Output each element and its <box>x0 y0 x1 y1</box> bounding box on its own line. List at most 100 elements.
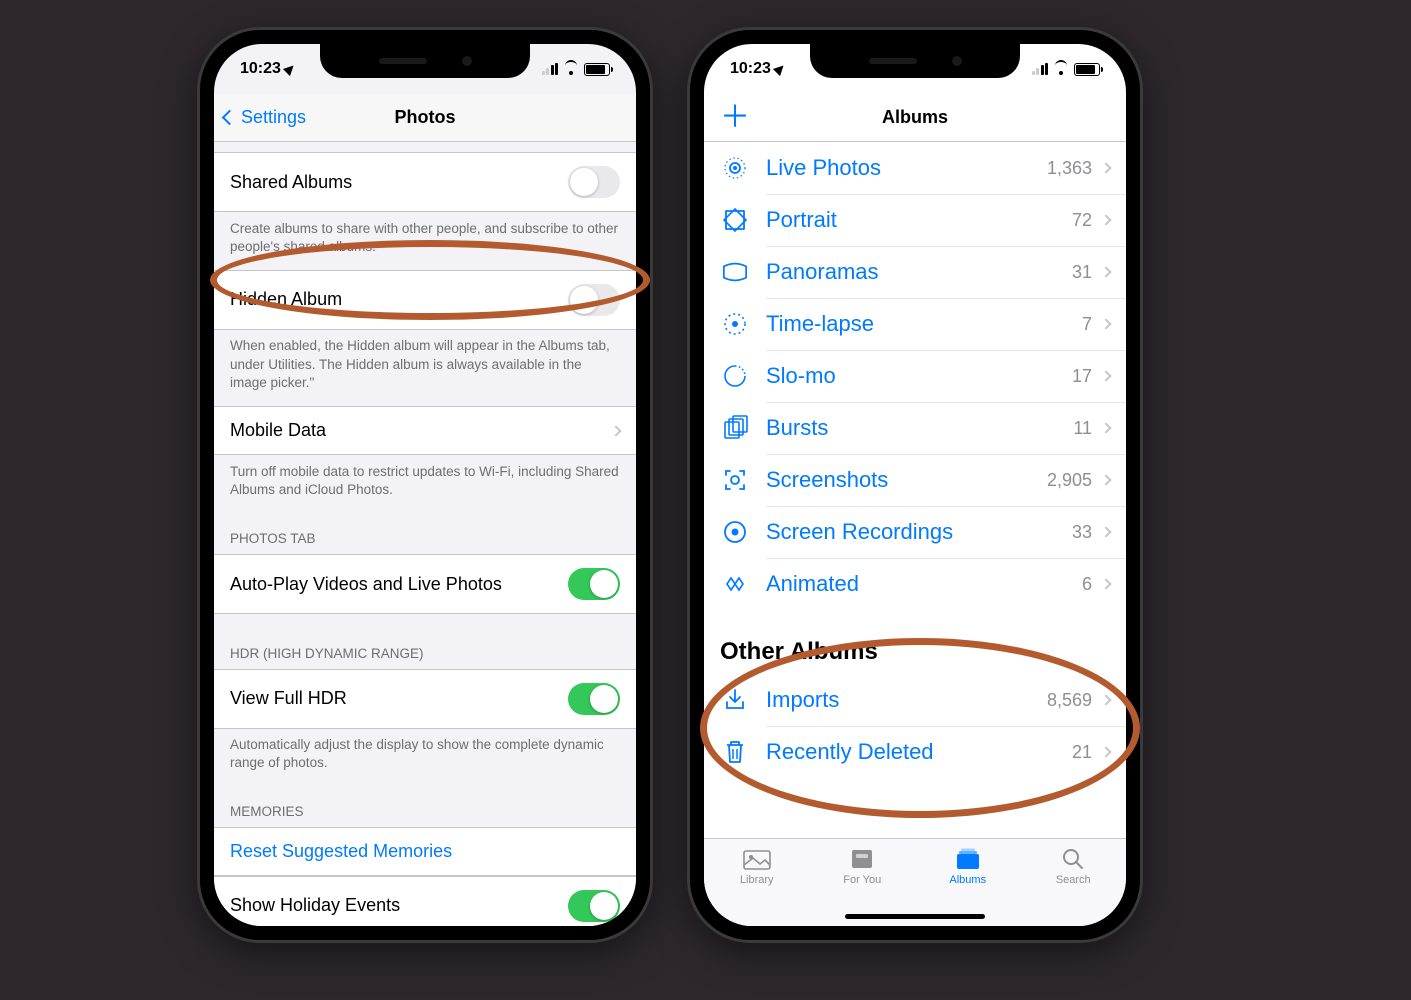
album-count: 2,905 <box>1047 470 1092 491</box>
page-title: Albums <box>882 107 948 128</box>
hdr-header: HDR (HIGH DYNAMIC RANGE) <box>214 614 636 669</box>
chevron-right-icon <box>1100 214 1111 225</box>
album-row-screenrec[interactable]: Screen Recordings33 <box>704 506 1126 558</box>
album-label: Recently Deleted <box>766 739 1072 765</box>
notch <box>810 44 1020 78</box>
album-label: Panoramas <box>766 259 1072 285</box>
screenshots-icon <box>720 465 750 495</box>
album-row-imports[interactable]: Imports8,569 <box>704 674 1126 726</box>
chevron-right-icon <box>1100 266 1111 277</box>
animated-icon <box>720 569 750 599</box>
chevron-right-icon <box>1100 474 1111 485</box>
shared-albums-desc: Create albums to share with other people… <box>214 212 636 270</box>
wifi-icon <box>563 63 579 75</box>
shared-albums-label: Shared Albums <box>230 172 352 193</box>
tab-label: For You <box>843 874 881 886</box>
album-row-panoramas[interactable]: Panoramas31 <box>704 246 1126 298</box>
tab-search[interactable]: Search <box>1021 847 1127 906</box>
hidden-album-switch[interactable] <box>568 284 620 316</box>
cell-signal-icon <box>1032 63 1049 75</box>
screen-left: 10:23 Settings Photos Shared Albums <box>214 44 636 926</box>
album-label: Live Photos <box>766 155 1047 181</box>
mobile-data-desc: Turn off mobile data to restrict updates… <box>214 455 636 513</box>
mobile-data-cell[interactable]: Mobile Data <box>214 406 636 455</box>
battery-icon <box>584 63 610 76</box>
album-row-slomo[interactable]: Slo-mo17 <box>704 350 1126 402</box>
tab-library[interactable]: Library <box>704 847 810 906</box>
phone-frame-right: 10:23 ＋ Albums Live Photos1,363Portrait7… <box>690 30 1140 940</box>
panoramas-icon <box>720 257 750 287</box>
wifi-icon <box>1053 63 1069 75</box>
media-types-list: Live Photos1,363Portrait72Panoramas31Tim… <box>704 142 1126 610</box>
phone-frame-left: 10:23 Settings Photos Shared Albums <box>200 30 650 940</box>
trash-icon <box>720 737 750 767</box>
other-albums-header: Other Albums <box>704 610 1126 674</box>
back-label: Settings <box>241 107 306 128</box>
imports-icon <box>720 685 750 715</box>
album-count: 17 <box>1072 366 1092 387</box>
album-count: 72 <box>1072 210 1092 231</box>
album-count: 21 <box>1072 742 1092 763</box>
autoplay-cell[interactable]: Auto-Play Videos and Live Photos <box>214 554 636 614</box>
timelapse-icon <box>720 309 750 339</box>
tab-albums[interactable]: Albums <box>915 847 1021 906</box>
other-albums-list: Imports8,569Recently Deleted21 <box>704 674 1126 778</box>
chevron-right-icon <box>1100 162 1111 173</box>
chevron-right-icon <box>1100 746 1111 757</box>
album-row-screenshots[interactable]: Screenshots2,905 <box>704 454 1126 506</box>
hidden-album-label: Hidden Album <box>230 289 342 310</box>
for-you-icon <box>848 847 876 871</box>
album-label: Time-lapse <box>766 311 1082 337</box>
albums-content[interactable]: Live Photos1,363Portrait72Panoramas31Tim… <box>704 142 1126 838</box>
album-label: Imports <box>766 687 1047 713</box>
album-label: Animated <box>766 571 1082 597</box>
album-count: 7 <box>1082 314 1092 335</box>
album-label: Screenshots <box>766 467 1047 493</box>
notch <box>320 44 530 78</box>
autoplay-switch[interactable] <box>568 568 620 600</box>
reset-memories-cell[interactable]: Reset Suggested Memories <box>214 827 636 876</box>
memories-header: MEMORIES <box>214 786 636 827</box>
autoplay-label: Auto-Play Videos and Live Photos <box>230 574 502 595</box>
chevron-right-icon <box>1100 526 1111 537</box>
location-arrow-icon <box>283 62 297 76</box>
chevron-left-icon <box>222 110 238 126</box>
tab-bar: Library For You Albums Search <box>704 838 1126 926</box>
status-time: 10:23 <box>730 60 771 78</box>
home-indicator[interactable] <box>845 914 985 919</box>
album-row-bursts[interactable]: Bursts11 <box>704 402 1126 454</box>
album-row-timelapse[interactable]: Time-lapse7 <box>704 298 1126 350</box>
chevron-right-icon <box>610 425 621 436</box>
live-photos-icon <box>720 153 750 183</box>
hdr-cell[interactable]: View Full HDR <box>214 669 636 729</box>
settings-content[interactable]: Shared Albums Create albums to share wit… <box>214 142 636 926</box>
album-row-animated[interactable]: Animated6 <box>704 558 1126 610</box>
album-row-portrait[interactable]: Portrait72 <box>704 194 1126 246</box>
hdr-switch[interactable] <box>568 683 620 715</box>
album-count: 6 <box>1082 574 1092 595</box>
hdr-label: View Full HDR <box>230 688 347 709</box>
shared-albums-switch[interactable] <box>568 166 620 198</box>
album-count: 31 <box>1072 262 1092 283</box>
holiday-events-switch[interactable] <box>568 890 620 922</box>
album-row-trash[interactable]: Recently Deleted21 <box>704 726 1126 778</box>
holiday-events-cell[interactable]: Show Holiday Events <box>214 876 636 926</box>
hidden-album-cell[interactable]: Hidden Album <box>214 270 636 330</box>
album-label: Screen Recordings <box>766 519 1072 545</box>
hdr-desc: Automatically adjust the display to show… <box>214 728 636 786</box>
album-count: 1,363 <box>1047 158 1092 179</box>
back-button[interactable]: Settings <box>224 107 306 128</box>
tab-label: Albums <box>949 874 986 886</box>
battery-icon <box>1074 63 1100 76</box>
shared-albums-cell[interactable]: Shared Albums <box>214 152 636 212</box>
chevron-right-icon <box>1100 370 1111 381</box>
hidden-album-desc: When enabled, the Hidden album will appe… <box>214 329 636 406</box>
album-count: 33 <box>1072 522 1092 543</box>
album-row-live-photos[interactable]: Live Photos1,363 <box>704 142 1126 194</box>
chevron-right-icon <box>1100 318 1111 329</box>
add-album-button[interactable]: ＋ <box>720 103 750 133</box>
tab-for-you[interactable]: For You <box>810 847 916 906</box>
screenrec-icon <box>720 517 750 547</box>
cell-signal-icon <box>542 63 559 75</box>
album-count: 11 <box>1073 418 1092 439</box>
